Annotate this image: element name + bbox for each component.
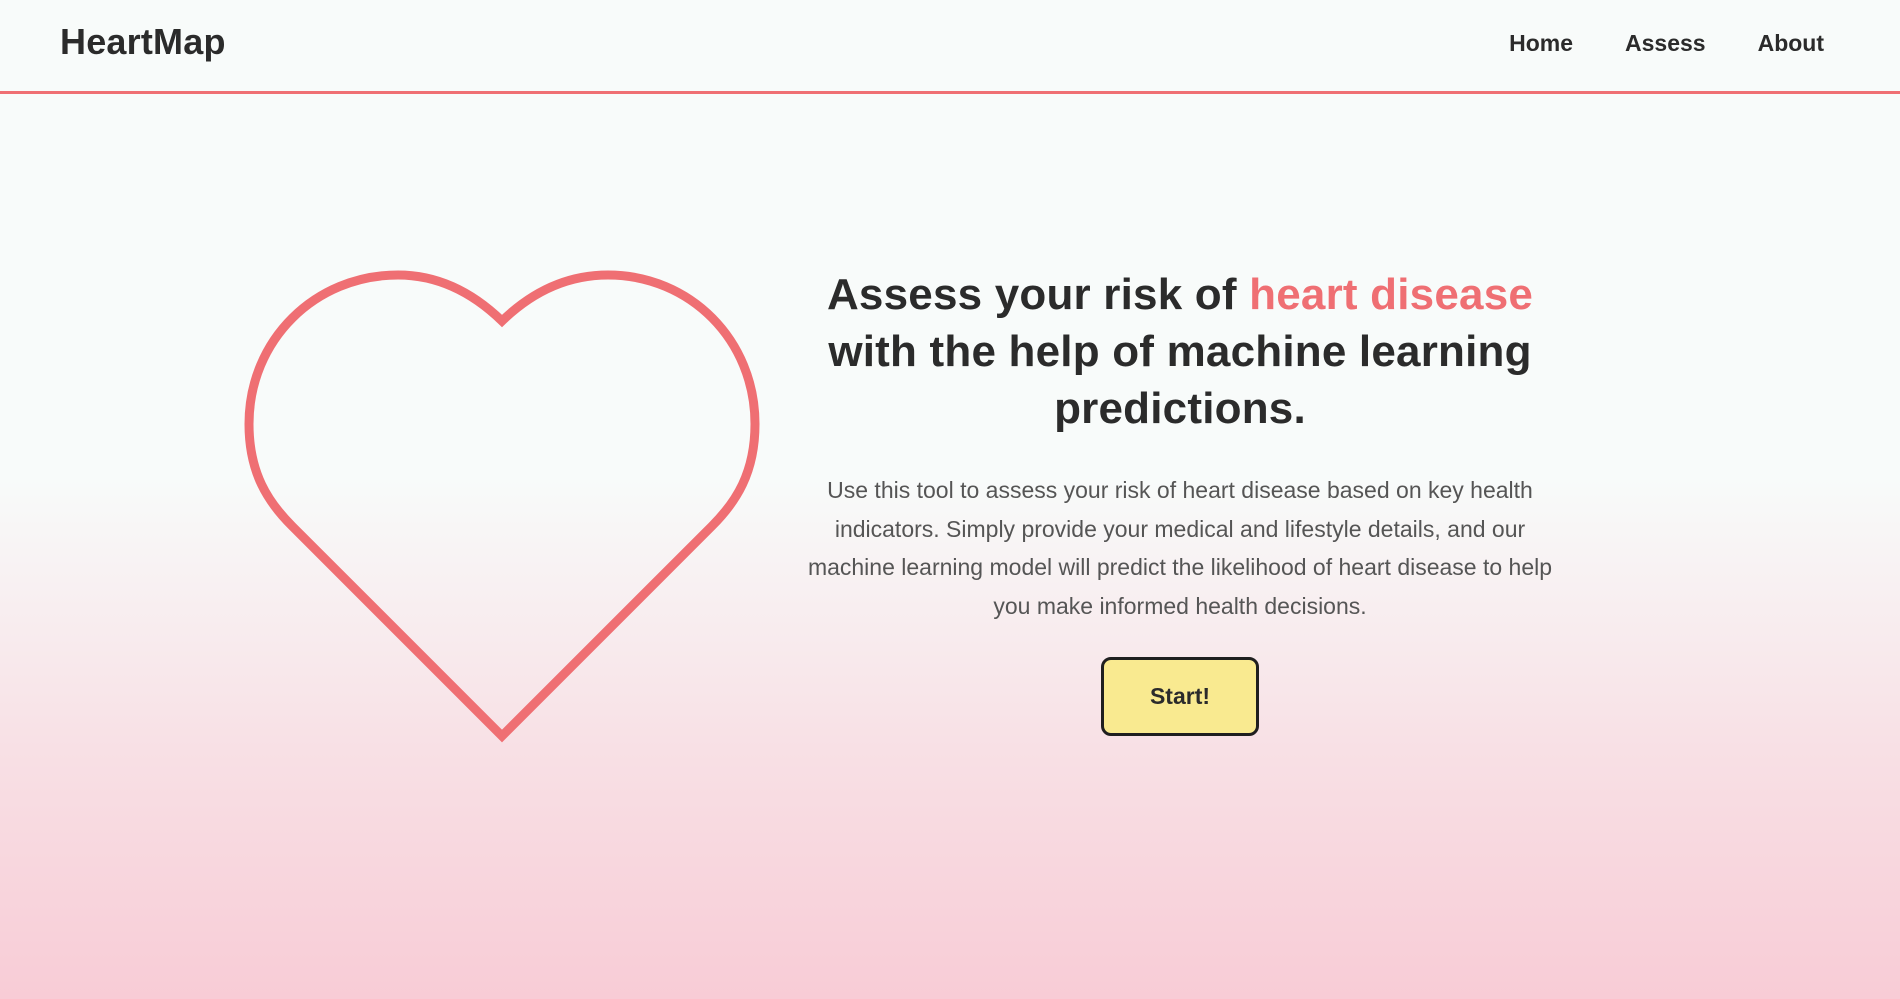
top-navbar: HeartMap Home Assess About bbox=[0, 0, 1900, 94]
start-button[interactable]: Start! bbox=[1101, 657, 1259, 736]
nav-home-link[interactable]: Home bbox=[1509, 29, 1573, 57]
brand-logo[interactable]: HeartMap bbox=[60, 20, 226, 64]
headline-highlight: heart disease bbox=[1249, 270, 1534, 319]
headline-intro: Assess your risk of bbox=[826, 270, 1250, 319]
headline-rest: with the help of machine learning predic… bbox=[828, 327, 1532, 433]
hero-headline: Assess your risk of heart disease with t… bbox=[790, 266, 1570, 437]
nav-menu: Home Assess About bbox=[1457, 29, 1824, 57]
nav-about-link[interactable]: About bbox=[1758, 29, 1824, 57]
hero-description: Use this tool to assess your risk of hea… bbox=[807, 477, 1553, 619]
hero-text-block: Assess your risk of heart disease with t… bbox=[790, 266, 1570, 736]
heart-outline-icon bbox=[240, 268, 760, 748]
nav-assess-link[interactable]: Assess bbox=[1625, 29, 1706, 57]
